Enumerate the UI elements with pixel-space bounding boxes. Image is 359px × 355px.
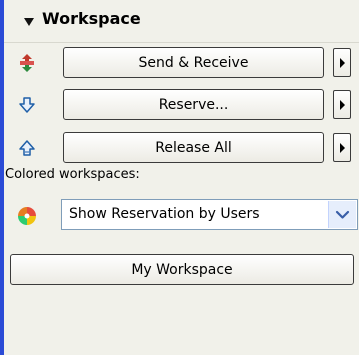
send-receive-menu-button[interactable] — [333, 48, 351, 77]
chevron-right-icon — [340, 143, 345, 153]
section-header[interactable]: Workspace — [4, 0, 359, 42]
colored-workspaces-select[interactable]: Show Reservation by Users — [61, 199, 358, 230]
triangle-down-icon[interactable] — [24, 18, 34, 26]
workspace-panel: Workspace Send & Receive Reserve... Rele… — [0, 0, 359, 355]
reserve-button[interactable]: Reserve... — [63, 89, 324, 120]
chevron-down-icon[interactable] — [328, 201, 356, 228]
chevron-right-icon — [340, 100, 345, 110]
select-value: Show Reservation by Users — [69, 206, 260, 222]
release-all-row: Release All — [4, 128, 359, 168]
send-receive-icon — [17, 53, 37, 73]
color-wheel-icon — [17, 206, 37, 226]
colored-workspaces-label: Colored workspaces: — [5, 167, 140, 182]
release-all-button[interactable]: Release All — [63, 132, 324, 163]
reserve-menu-button[interactable] — [333, 90, 351, 119]
send-receive-button[interactable]: Send & Receive — [63, 47, 324, 78]
send-receive-row: Send & Receive — [4, 43, 359, 83]
colored-workspaces-row: Show Reservation by Users — [4, 192, 359, 236]
reserve-arrow-down-icon — [17, 95, 37, 115]
release-arrow-up-icon — [17, 138, 37, 158]
section-title: Workspace — [42, 9, 141, 28]
release-all-menu-button[interactable] — [333, 133, 351, 162]
chevron-right-icon — [340, 58, 345, 68]
my-workspace-button[interactable]: My Workspace — [10, 254, 354, 285]
reserve-row: Reserve... — [4, 85, 359, 125]
